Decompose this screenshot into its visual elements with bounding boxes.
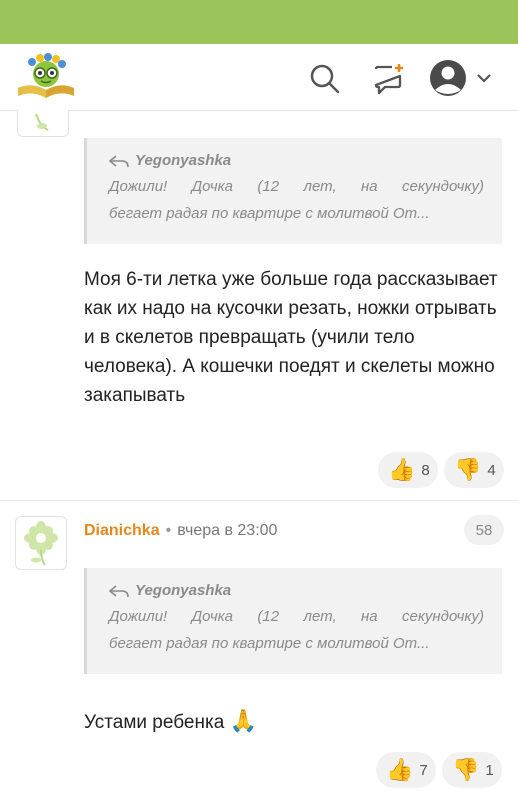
quote-author: Yegonyashka (109, 152, 484, 169)
dislike-count: 1 (485, 761, 494, 779)
comment-text: Устами ребенка 🙏 (84, 706, 504, 737)
like-button[interactable]: 👍 7 (376, 752, 436, 788)
quote-author-name: Yegonyashka (135, 152, 232, 169)
quote-text-line: бегает радая по квартире с молитвой От..… (109, 205, 430, 222)
comment-time: вчера в 23:00 (177, 522, 278, 539)
author-name[interactable]: Dianichka (84, 522, 160, 540)
dislike-button[interactable]: 👎 1 (442, 752, 502, 788)
quote-author: Yegonyashka (109, 582, 484, 599)
comment-text-content: Устами ребенка (84, 712, 225, 733)
quote-author-name: Yegonyashka (135, 582, 232, 599)
reply-icon (109, 154, 129, 167)
new-post-icon[interactable] (372, 62, 406, 96)
dislike-count: 4 (487, 461, 496, 479)
avatar (17, 110, 69, 137)
praying-hands-icon: 🙏 (229, 708, 257, 733)
quote-text-line: Дожили! Дочка (12 лет, на секундочку) (109, 608, 484, 625)
comment-meta: Dianichka • вчера в 23:00 (84, 522, 277, 540)
thumbs-down-icon: 👎 (454, 457, 482, 482)
avatar[interactable] (15, 516, 67, 570)
comment-text: Моя 6-ти летка уже больше года рассказыв… (84, 269, 498, 406)
user-icon (430, 60, 466, 96)
thumbs-down-icon: 👎 (452, 757, 480, 782)
site-header (0, 44, 518, 111)
quote-text-line: Дожили! Дочка (12 лет, на секундочку) (109, 178, 484, 195)
user-menu[interactable] (428, 58, 498, 98)
quote-block: Yegonyashka Дожили! Дочка (12 лет, на се… (84, 568, 502, 674)
quote-text-line: бегает радая по квартире с молитвой От..… (109, 635, 430, 652)
quote-block: Yegonyashka Дожили! Дочка (12 лет, на се… (84, 138, 502, 244)
reply-icon (109, 584, 129, 597)
thumbs-up-icon: 👍 (386, 757, 414, 782)
thumbs-up-icon: 👍 (388, 457, 416, 482)
comment-number-badge[interactable]: 58 (464, 515, 504, 545)
chevron-down-icon (477, 74, 491, 83)
logo-icon[interactable] (14, 52, 78, 104)
flower-icon (24, 521, 58, 566)
top-status-bar (0, 0, 518, 44)
like-count: 7 (419, 761, 428, 779)
like-count: 8 (421, 461, 430, 479)
like-button[interactable]: 👍 8 (378, 452, 438, 488)
separator-dot: • (165, 522, 172, 539)
dislike-button[interactable]: 👎 4 (444, 452, 504, 488)
search-icon[interactable] (308, 62, 342, 96)
comment-divider (0, 500, 518, 501)
